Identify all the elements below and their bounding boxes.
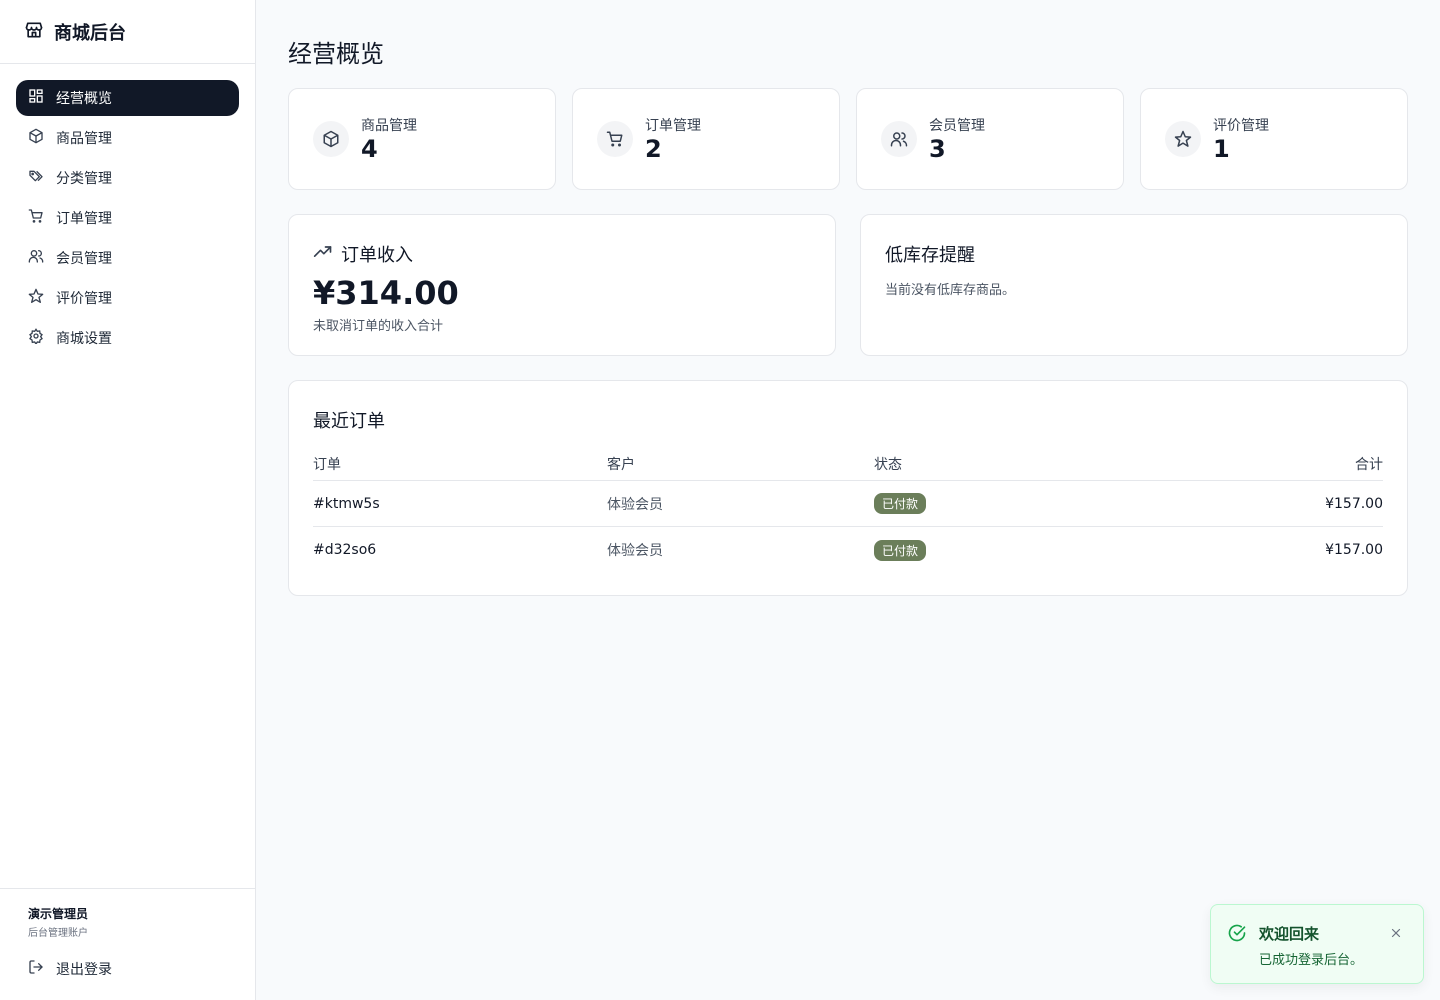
order-id: #d32so6 (313, 542, 377, 558)
revenue-subtitle: 未取消订单的收入合计 (313, 319, 444, 334)
gear-icon (28, 328, 44, 348)
toast-message: 已成功登录后台。 (1259, 953, 1364, 968)
logout-icon (28, 959, 44, 979)
revenue-title: 订单收入 (341, 245, 413, 266)
sidebar-item-label: 商城设置 (56, 331, 112, 347)
sidebar-item-overview[interactable]: 经营概览 (16, 80, 239, 116)
store-icon (24, 20, 44, 44)
dashboard-icon (28, 88, 44, 108)
table-header: 订单 客户 状态 合计 (313, 447, 1383, 481)
sidebar-item-categories[interactable]: 分类管理 (16, 160, 239, 196)
sidebar-item-label: 经营概览 (56, 91, 112, 107)
sidebar-footer: 演示管理员 后台管理账户 退出登录 (0, 888, 255, 1000)
page-title: 经营概览 (288, 40, 384, 68)
stat-card-products: 商品管理 4 (288, 88, 556, 190)
sidebar-item-settings[interactable]: 商城设置 (16, 320, 239, 356)
sidebar-item-label: 评价管理 (56, 291, 112, 307)
low-stock-title: 低库存提醒 (885, 245, 975, 266)
sidebar-item-products[interactable]: 商品管理 (16, 120, 239, 156)
order-total: ¥157.00 (1325, 542, 1383, 558)
stats-row: 商品管理 4 订单管理 2 会员管理 3 评价管理 1 (288, 88, 1408, 190)
sidebar-item-label: 商品管理 (56, 131, 112, 147)
recent-orders-title: 最近订单 (313, 411, 385, 432)
logout-label: 退出登录 (56, 962, 112, 978)
order-total: ¥157.00 (1325, 495, 1383, 512)
status-badge: 已付款 (874, 539, 927, 561)
sidebar-item-label: 会员管理 (56, 251, 112, 267)
star-icon (28, 288, 44, 308)
table-row[interactable]: #d32so6 体验会员 已付款 ¥157.00 (313, 527, 1383, 573)
column-header-customer: 客户 (607, 456, 635, 473)
column-header-order: 订单 (313, 456, 341, 473)
logout-button[interactable]: 退出登录 (28, 959, 227, 979)
recent-orders-card: 最近订单 订单 客户 状态 合计 #ktmw5s 体验会员 已付款 ¥157.0… (288, 380, 1408, 596)
stat-value: 4 (361, 135, 378, 163)
users-icon (28, 248, 44, 268)
stat-label: 订单管理 (645, 118, 701, 134)
status-badge: 已付款 (874, 493, 927, 514)
sidebar-item-orders[interactable]: 订单管理 (16, 200, 239, 236)
check-circle-icon (1227, 923, 1247, 943)
column-header-total: 合计 (1355, 456, 1383, 473)
column-header-status: 状态 (874, 456, 902, 473)
stat-card-orders: 订单管理 2 (572, 88, 840, 190)
order-customer: 体验会员 (607, 543, 663, 559)
sidebar-item-reviews[interactable]: 评价管理 (16, 280, 239, 316)
package-icon (28, 128, 44, 148)
welcome-toast: 欢迎回来 已成功登录后台。 (1210, 904, 1424, 984)
app: 商城后台 经营概览 商品管理 分类管理 订单管理 会员管理 评价管理 商城设置 … (0, 0, 1440, 1000)
revenue-value: ¥314.00 (313, 274, 459, 312)
stat-label: 会员管理 (929, 118, 985, 134)
order-customer: 体验会员 (607, 496, 663, 513)
stat-card-reviews: 评价管理 1 (1140, 88, 1408, 190)
cart-icon (28, 208, 44, 228)
revenue-card: 订单收入 ¥314.00 未取消订单的收入合计 (288, 214, 836, 356)
user-role: 后台管理账户 (28, 928, 88, 939)
sidebar-item-label: 分类管理 (56, 171, 112, 187)
cart-icon (597, 121, 633, 157)
orders-table: 订单 客户 状态 合计 #ktmw5s 体验会员 已付款 ¥157.00 #d3… (313, 447, 1383, 573)
trending-up-icon (313, 242, 333, 267)
tags-icon (28, 168, 44, 188)
users-icon (881, 121, 917, 157)
main-content: 经营概览 商品管理 4 订单管理 2 会员管理 3 评价管理 1 订单收入 ¥3… (256, 0, 1440, 1000)
table-row[interactable]: #ktmw5s 体验会员 已付款 ¥157.00 (313, 481, 1383, 527)
low-stock-message: 当前没有低库存商品。 (885, 283, 1016, 298)
order-id: #ktmw5s (313, 495, 380, 512)
stat-card-members: 会员管理 3 (856, 88, 1124, 190)
sidebar: 商城后台 经营概览 商品管理 分类管理 订单管理 会员管理 评价管理 商城设置 … (0, 0, 256, 1000)
stat-label: 评价管理 (1213, 118, 1269, 134)
stat-value: 2 (645, 135, 662, 163)
user-name: 演示管理员 (28, 907, 89, 921)
stat-value: 3 (929, 135, 946, 163)
summary-row: 订单收入 ¥314.00 未取消订单的收入合计 低库存提醒 当前没有低库存商品。 (288, 214, 1408, 356)
star-icon (1165, 121, 1201, 157)
sidebar-nav: 经营概览 商品管理 分类管理 订单管理 会员管理 评价管理 商城设置 (0, 64, 255, 372)
stat-label: 商品管理 (361, 118, 417, 134)
stat-value: 1 (1213, 135, 1230, 163)
brand: 商城后台 (0, 0, 255, 64)
brand-name: 商城后台 (54, 22, 126, 44)
sidebar-item-label: 订单管理 (56, 211, 112, 227)
revenue-title-row: 订单收入 (313, 241, 811, 267)
close-icon[interactable] (1389, 925, 1403, 939)
toast-title: 欢迎回来 (1259, 925, 1320, 943)
package-icon (313, 121, 349, 157)
sidebar-item-members[interactable]: 会员管理 (16, 240, 239, 276)
low-stock-card: 低库存提醒 当前没有低库存商品。 (860, 214, 1408, 356)
